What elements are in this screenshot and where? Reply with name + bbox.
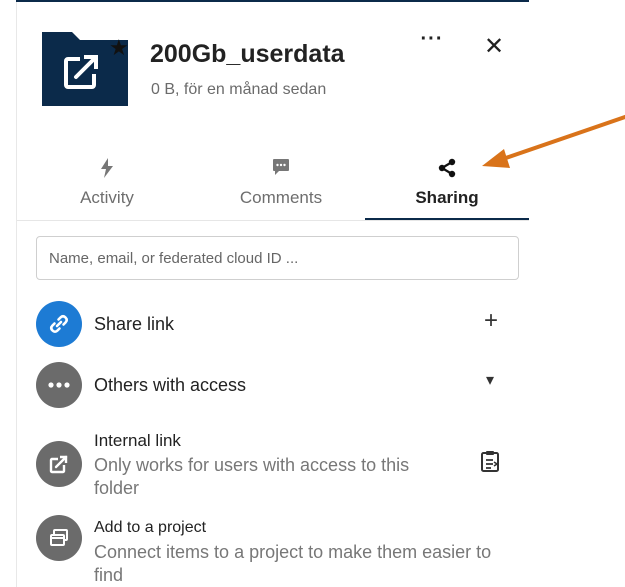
sidebar-left-border xyxy=(16,2,17,587)
lightning-icon xyxy=(17,158,197,180)
star-icon[interactable]: ★ xyxy=(109,37,129,59)
sidebar-tabs: Activity Comments Sharing xyxy=(17,150,529,220)
link-icon xyxy=(36,301,82,347)
others-with-access-label: Others with access xyxy=(94,375,247,395)
clipboard-icon[interactable] xyxy=(478,450,502,479)
project-icon xyxy=(36,515,82,561)
share-link-row[interactable]: Share link + xyxy=(36,301,526,347)
internal-link-description: Only works for users with access to this… xyxy=(94,455,410,498)
add-to-project-row[interactable]: Add to a project Connect items to a proj… xyxy=(36,515,526,587)
tab-sharing-label: Sharing xyxy=(415,188,479,207)
share-search-input[interactable] xyxy=(36,236,519,280)
file-meta: 0 B, för en månad sedan xyxy=(151,81,327,98)
tab-activity-label: Activity xyxy=(80,188,134,207)
close-button[interactable]: ✕ xyxy=(478,34,510,62)
tab-sharing[interactable]: Sharing xyxy=(365,150,529,220)
tabs-divider xyxy=(17,220,529,221)
comment-icon xyxy=(197,158,365,180)
add-share-link-button[interactable]: + xyxy=(476,307,506,335)
external-link-icon xyxy=(36,441,82,487)
more-options-button[interactable]: ··· xyxy=(418,29,446,54)
others-with-access-row[interactable]: Others with access ▾ xyxy=(36,362,526,408)
file-name: 200Gb_userdata xyxy=(150,40,345,68)
tab-activity[interactable]: Activity xyxy=(17,150,197,220)
internal-link-row: Internal link Only works for users with … xyxy=(36,430,526,500)
add-to-project-title: Add to a project xyxy=(94,519,207,536)
tab-comments-label: Comments xyxy=(239,188,323,207)
add-to-project-description: Connect items to a project to make them … xyxy=(94,542,492,585)
top-border xyxy=(16,0,529,2)
share-icon xyxy=(365,158,529,180)
internal-link-title: Internal link xyxy=(94,431,181,450)
chevron-down-icon[interactable]: ▾ xyxy=(478,370,502,390)
tab-comments[interactable]: Comments xyxy=(197,150,365,220)
more-icon xyxy=(36,362,82,408)
share-link-label: Share link xyxy=(94,314,175,334)
